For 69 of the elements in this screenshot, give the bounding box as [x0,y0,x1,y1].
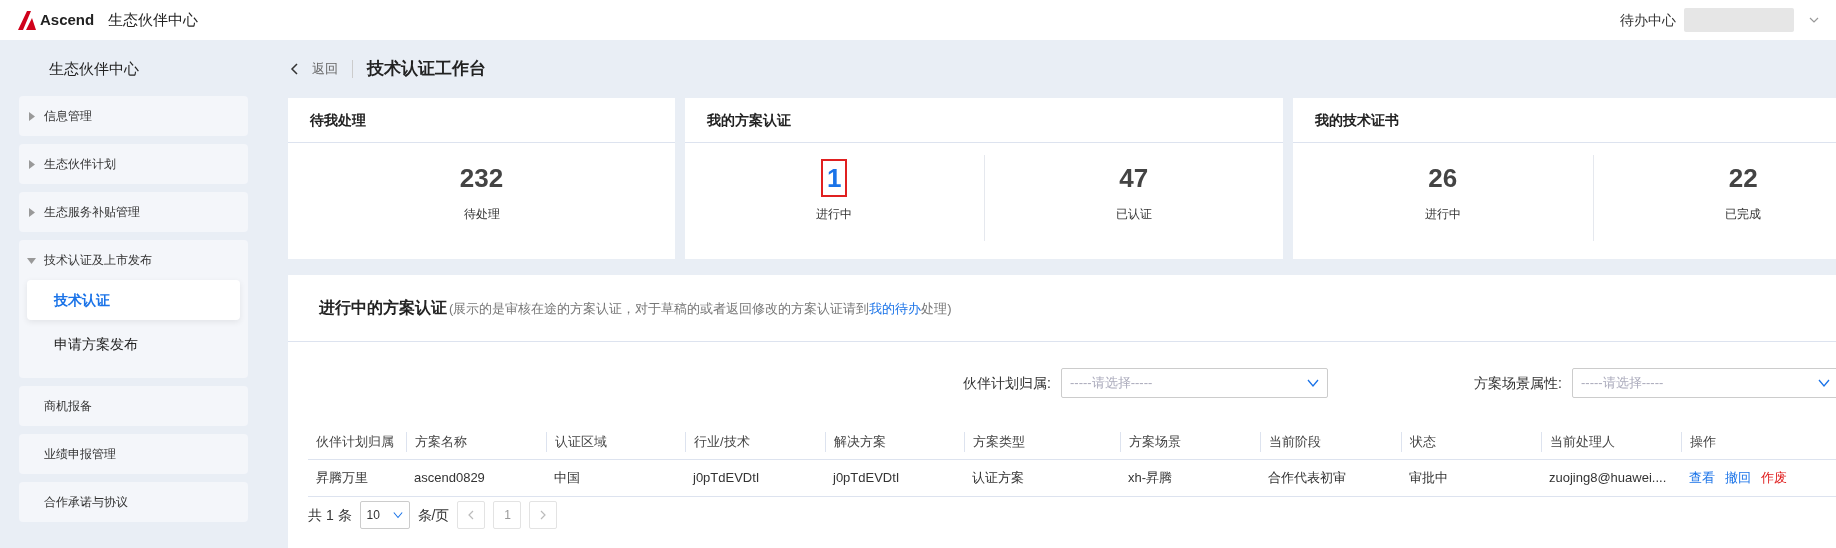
table-cell-text: 合作代表初审 [1267,469,1347,488]
card-title: 待我处理 [310,110,366,130]
table-cell-text: 认证方案 [971,469,1025,488]
chevron-down-icon [1307,377,1319,389]
stat-label: 已完成 [1725,206,1762,223]
section-heading: 进行中的方案认证(展示的是审核在途的方案认证，对于草稿的或者返回修改的方案认证请到我的待办处理) [319,298,952,318]
stat-label: 进行中 [1424,206,1461,223]
action-link[interactable]: 撤回 [1725,468,1751,488]
column-header: 当前处理人 [1541,432,1681,452]
filter-label: 伙伴计划归属: [962,373,1052,393]
sidebar-item[interactable]: 业绩申报管理 [44,445,116,463]
sidebar-subitem[interactable]: 技术认证 [27,280,240,320]
table-cell-text: j0pTdEVDtI [691,469,761,488]
column-header: 方案名称 [406,432,546,452]
page-size-select[interactable]: 10 [359,501,410,529]
stat-value: 26 [1427,162,1459,195]
caret-right-icon[interactable] [27,207,36,217]
logo-icon [16,9,38,31]
stat-label: 已认证 [1115,206,1152,223]
page-size-label: 条/页 [417,505,450,525]
stat-value[interactable]: 1 [821,159,848,197]
table-cell-text: j0pTdEVDtI [831,469,901,488]
column-header: 认证区域 [546,432,685,452]
sidebar-title: 生态伙伴中心 [48,58,140,79]
table-cell-text: 审批中 [1408,469,1449,488]
sidebar-item[interactable]: 生态服务补贴管理 [44,203,140,221]
chevron-down-icon [392,510,403,520]
table-cell-text: 中国 [553,469,581,488]
column-header: 操作 [1681,432,1821,452]
back-link[interactable]: 返回 [312,59,338,79]
logo-text: Ascend [40,9,95,30]
caret-right-icon[interactable] [27,111,36,121]
sidebar-item[interactable]: 生态伙伴计划 [44,155,116,173]
card-title: 我的方案认证 [707,110,791,130]
card-title: 我的技术证书 [1315,110,1399,130]
app-title: 生态伙伴中心 [108,9,199,30]
column-header: 解决方案 [825,432,964,452]
column-header: 方案类型 [964,432,1120,452]
sidebar-item[interactable]: 信息管理 [44,107,92,125]
column-header: 行业/技术 [685,432,825,452]
chevron-down-icon [1818,377,1830,389]
chevron-right-icon [539,510,548,520]
stat-label: 待处理 [463,206,500,223]
action-link[interactable]: 查看 [1689,468,1715,488]
table-cell-text: zuojing8@huawei.... [1548,469,1668,488]
column-header: 当前阶段 [1260,432,1401,452]
column-header: 状态 [1401,432,1541,452]
caret-down-icon[interactable] [27,255,36,265]
column-header: 伙伴计划归属 [315,433,395,452]
table-cell-text: xh-昇腾 [1127,469,1174,488]
sidebar-item[interactable]: 商机报备 [44,397,92,415]
table-cell-text: 昇腾万里 [315,469,369,488]
action-link[interactable]: 作废 [1761,468,1787,488]
sidebar-subitem[interactable]: 申请方案发布 [27,320,240,368]
column-header: 方案场景 [1120,432,1260,452]
stat-value: 47 [1118,162,1150,195]
sidebar-item[interactable]: 技术认证及上市发布 [44,251,152,269]
caret-right-icon[interactable] [27,159,36,169]
filter-label: 方案场景属性: [1473,373,1563,393]
sidebar-item[interactable]: 合作承诺与协议 [44,493,128,511]
table-cell-text: ascend0829 [413,469,486,488]
stat-value: 232 [458,162,505,195]
stat-label: 进行中 [816,206,853,223]
total-count: 共 1 条 [308,505,352,525]
page-title: 技术认证工作台 [367,58,486,81]
todo-link[interactable]: 待办中心 [1620,9,1676,31]
stat-value: 22 [1727,162,1759,195]
chevron-left-icon [467,510,476,520]
todo-link[interactable]: 我的待办 [869,301,922,316]
